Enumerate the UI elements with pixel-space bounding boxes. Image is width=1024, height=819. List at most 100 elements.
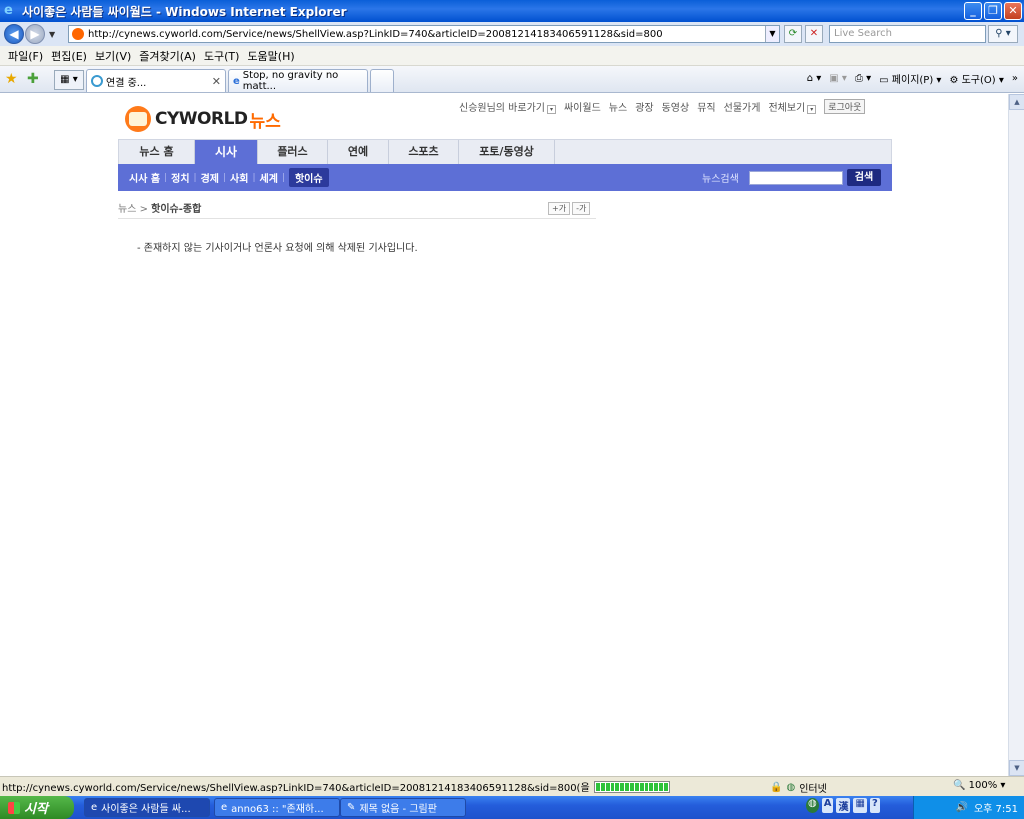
tools-menu[interactable]: ⚙ 도구(O) ▾ [949,71,1003,86]
breadcrumb-current: 핫이슈-종합 [151,204,202,215]
zoom-level: 100% [968,780,998,791]
font-increase-button[interactable]: +가 [548,202,571,215]
tab-loading[interactable]: 연결 중... ✕ [86,69,226,92]
restore-button[interactable]: ❐ [984,2,1002,20]
lang-hanja-button[interactable]: 漢 [836,798,851,813]
sub-nav-hot-issue[interactable]: 핫이슈 [288,168,329,187]
lang-a-button[interactable]: A [821,798,834,813]
tab-current-affairs[interactable]: 시사 [195,140,258,164]
history-dropdown-icon[interactable]: ▼ [49,30,55,39]
font-decrease-button[interactable]: -가 [572,202,591,215]
address-field[interactable]: http://cynews.cyworld.com/Service/news/S… [68,25,780,43]
ie-icon: e [221,802,228,813]
tab-sports[interactable]: 스포츠 [389,140,459,164]
link-cyworld[interactable]: 싸이월드 [564,99,601,114]
tab-plus[interactable]: 플러스 [258,140,328,164]
menu-favorites[interactable]: 즐겨찾기(A) [139,48,196,64]
vertical-scrollbar[interactable]: ▲ ▼ [1008,94,1024,776]
page-menu[interactable]: ▭ 페이지(P) ▾ [879,71,941,86]
taskbar-item-ie[interactable]: e 사이좋은 사람들 싸... [84,798,210,817]
zone-label: 인터넷 [799,784,827,795]
search-input[interactable]: Live Search [829,25,986,43]
ie-page-icon: e [233,75,240,87]
window-controls: _ ❐ ✕ [964,2,1022,20]
menu-tools[interactable]: 도구(T) [204,48,240,64]
sub-nav: 시사 홈 | 정치 | 경제 | 사회 | 세계 | 핫이슈 뉴스검색 검색 [118,164,892,191]
link-plaza[interactable]: 광장 [635,99,653,114]
shortcut-link[interactable]: 신승원님의 바로가기 ▾ [459,99,556,114]
taskbar-item-paint[interactable]: ✎ 제목 없음 - 그림판 [340,798,466,817]
popup-blocker-icon[interactable]: 🔒 [770,782,782,793]
dropdown-icon[interactable]: ▾ [807,105,817,114]
new-tab-button[interactable] [370,69,394,92]
page-menu-label: 페이지(P) [891,75,934,86]
logo-news: 뉴스 [249,111,281,132]
link-music[interactable]: 뮤직 [697,99,715,114]
menu-help[interactable]: 도움말(H) [247,48,294,64]
tab-photo-video[interactable]: 포토/동영상 [459,140,555,164]
more-chevron-icon[interactable]: » [1012,73,1018,84]
link-video[interactable]: 동영상 [662,99,690,114]
zoom-control[interactable]: 🔍 100% ▾ [953,780,1005,791]
tab-news-home[interactable]: 뉴스 홈 [119,140,195,164]
scroll-up-icon[interactable]: ▲ [1009,94,1024,110]
news-search-input[interactable] [749,171,843,185]
menu-bar: 파일(F) 편집(E) 보기(V) 즐겨찾기(A) 도구(T) 도움말(H) [0,46,1024,66]
news-search-button[interactable]: 검색 [847,169,881,186]
font-size-controls: +가 -가 [548,202,591,215]
top-links: 신승원님의 바로가기 ▾ 싸이월드 뉴스 광장 동영상 뮤직 선물가게 전체보기 ▾… [459,99,866,114]
taskbar-item-label: 제목 없음 - 그림판 [359,804,437,815]
dropdown-icon[interactable]: ▾ [546,105,556,114]
logout-button[interactable]: 로그아웃 [824,99,866,114]
taskbar-item-anno[interactable]: e anno63 :: "존재하... [214,798,340,817]
tab-stop-gravity[interactable]: e Stop, no gravity no matt... [228,69,368,92]
address-dropdown-icon[interactable]: ▼ [765,26,779,42]
volume-icon[interactable]: 🔊 [956,802,968,813]
menu-edit[interactable]: 편집(E) [51,48,87,64]
cyworld-logo-icon [125,106,151,132]
start-button[interactable]: 시작 [0,796,74,819]
address-url[interactable]: http://cynews.cyworld.com/Service/news/S… [88,29,663,40]
lang-settings-icon[interactable]: ▦ [853,798,867,813]
stop-icon[interactable]: ✕ [805,25,823,43]
close-tab-icon[interactable]: ✕ [212,75,221,88]
sub-nav-economy[interactable]: 경제 [197,170,223,185]
sub-nav-world[interactable]: 세계 [256,170,282,185]
back-button[interactable]: ◀ [4,24,24,44]
quick-tabs-icon[interactable]: ▦ ▾ [54,70,84,90]
menu-file[interactable]: 파일(F) [8,48,43,64]
menu-view[interactable]: 보기(V) [95,48,131,64]
main-nav: 뉴스 홈 시사 플러스 연예 스포츠 포토/동영상 [118,139,892,164]
security-zone[interactable]: 🔒 ◍ 인터넷 [770,780,827,795]
scroll-down-icon[interactable]: ▼ [1009,760,1024,776]
tab-bar: ★ ✚ ▦ ▾ 연결 중... ✕ e Stop, no gravity no … [0,66,1024,93]
sub-nav-politics[interactable]: 정치 [167,170,193,185]
link-gift-shop[interactable]: 선물가게 [724,99,761,114]
input-mode-icon[interactable]: ◍ [806,798,819,813]
add-favorites-icon[interactable]: ✚ [27,71,39,87]
link-news[interactable]: 뉴스 [609,99,627,114]
search-button[interactable]: ⚲ ▾ [988,25,1018,43]
ie-icon: e [91,802,98,813]
logo-text: CYWORLD [155,109,248,129]
forward-button[interactable]: ▶ [25,24,45,44]
home-icon[interactable]: ⌂ ▾ [807,73,822,84]
taskbar: 시작 e 사이좋은 사람들 싸... e anno63 :: "존재하... ✎ 제목… [0,796,1024,819]
tab-entertainment[interactable]: 연예 [328,140,389,164]
minimize-button[interactable]: _ [964,2,982,20]
link-view-all[interactable]: 전체보기 ▾ [768,99,817,114]
command-bar: ⌂ ▾ ▣ ▾ ⎙ ▾ ▭ 페이지(P) ▾ ⚙ 도구(O) ▾ » [807,71,1018,86]
favorites-star-icon[interactable]: ★ [5,71,18,87]
sub-nav-home[interactable]: 시사 홈 [125,170,164,185]
clock[interactable]: 오후 7:51 [974,800,1018,815]
feeds-icon[interactable]: ▣ ▾ [829,73,847,84]
close-window-button[interactable]: ✕ [1004,2,1022,20]
breadcrumb: 뉴스 > 핫이슈-종합 [118,200,201,215]
breadcrumb-root[interactable]: 뉴스 > [118,204,148,215]
cyworld-news-logo[interactable]: CYWORLD 뉴스 [125,106,281,132]
status-text: http://cynews.cyworld.com/Service/news/S… [2,783,590,794]
refresh-icon[interactable]: ⟳ [784,25,802,43]
lang-help-icon[interactable]: ? [869,798,880,813]
print-icon[interactable]: ⎙ ▾ [855,73,871,84]
sub-nav-society[interactable]: 사회 [226,170,252,185]
